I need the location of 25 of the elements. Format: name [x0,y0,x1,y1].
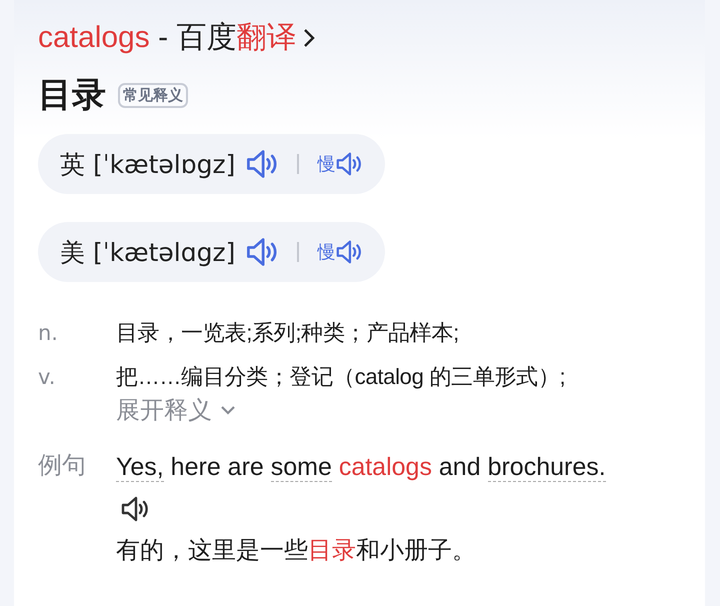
common-meaning-tag: 常见释义 [118,82,188,108]
speaker-icon [245,235,280,269]
speaker-icon [245,147,280,181]
example-translation: 有的，这里是一些目录和小册子。 [116,535,476,566]
definition-text: 把……编目分类；登记（catalog 的三单形式）; [116,363,566,391]
pronunciation-text: 英 [ˈkætəlɒgz] [60,148,236,180]
slow-play-button[interactable]: 慢 [317,150,364,178]
pronunciation-text: 美 [ˈkætəlɑgz] [60,236,236,268]
play-button[interactable] [245,147,280,181]
speaker-icon [335,238,364,266]
headword: 目录 [38,74,106,117]
part-of-speech: v. [38,364,56,391]
play-button[interactable] [245,235,280,269]
play-example-button[interactable] [120,494,150,524]
expand-definitions-button[interactable]: 展开释义 [116,394,236,426]
definition-text: 目录，一览表;系列;种类；产品样本; [116,319,459,347]
chevron-right-icon [302,27,316,49]
speaker-icon [335,150,364,178]
example-sentence: Yes, here are some catalogs and brochures. [116,452,606,484]
example-label: 例句 [38,450,87,481]
result-title-link[interactable]: catalogs - 百度翻译 [38,16,316,60]
part-of-speech: n. [38,320,59,347]
chevron-down-icon [220,405,236,415]
speaker-icon [120,494,150,524]
slow-play-button[interactable]: 慢 [317,238,364,266]
